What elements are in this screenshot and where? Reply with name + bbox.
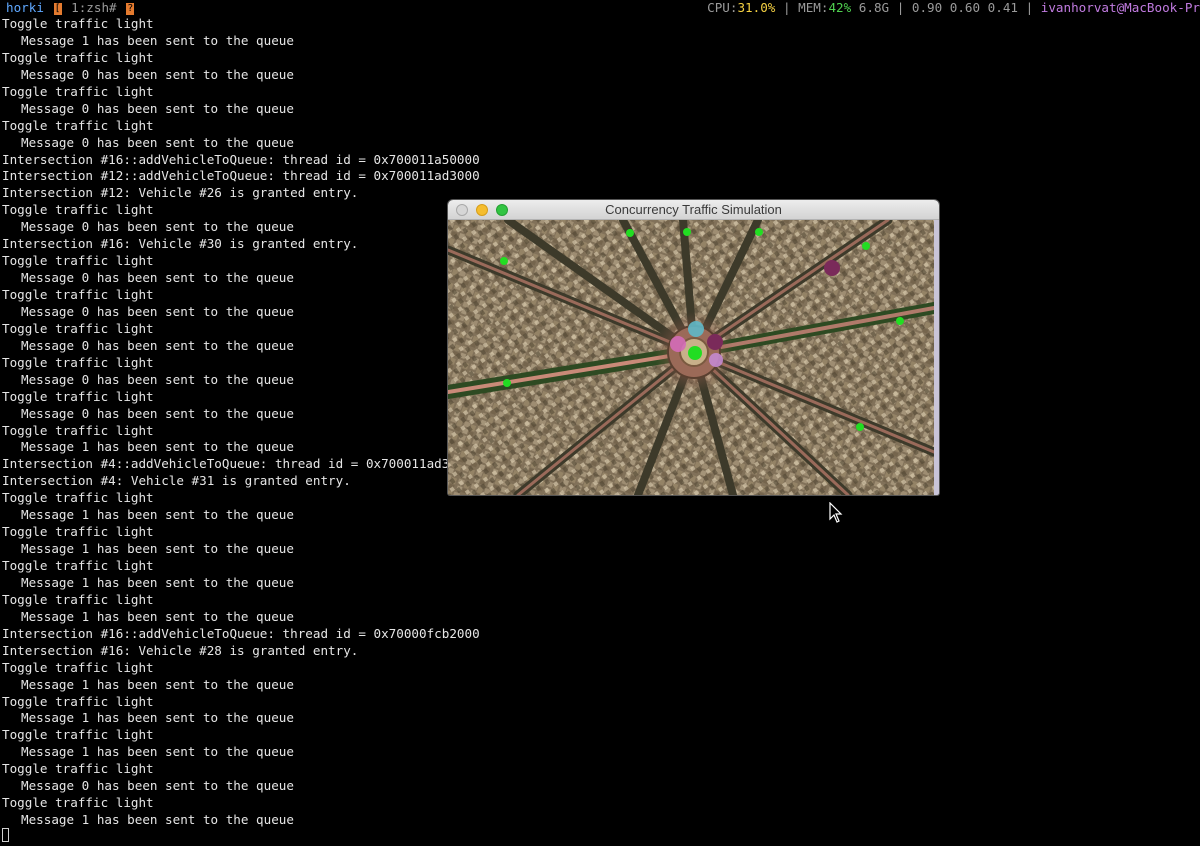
terminal-line: Message 1 has been sent to the queue (21, 608, 294, 624)
terminal-line: Toggle traffic light (2, 49, 154, 65)
vehicle (688, 321, 704, 337)
terminal-line: Message 1 has been sent to the queue (21, 676, 294, 692)
aerial-map-view (448, 220, 934, 495)
terminal-line: Message 1 has been sent to the queue (21, 541, 294, 557)
status-left: horki [ 1:zsh# ? (6, 0, 136, 16)
window-title: Concurrency Traffic Simulation (605, 202, 782, 217)
terminal-line: Toggle traffic light (2, 16, 154, 31)
window-index-marker: [ (53, 2, 62, 15)
session-name: horki (6, 0, 44, 15)
terminal-line: Toggle traffic light (2, 558, 154, 573)
traffic-light (862, 242, 870, 250)
terminal-line: Message 1 has been sent to the queue (21, 710, 294, 726)
vehicle (707, 334, 723, 350)
mouse-pointer-icon (829, 502, 843, 523)
terminal-line: Message 0 has been sent to the queue (21, 778, 294, 794)
simulation-window[interactable]: Concurrency Traffic Simulation (448, 200, 939, 495)
terminal-cursor (2, 828, 9, 842)
terminal-line: Toggle traffic light (2, 693, 154, 709)
terminal-line: Message 1 has been sent to the queue (21, 32, 294, 48)
traffic-light (688, 346, 702, 360)
terminal-line: Toggle traffic light (2, 761, 154, 777)
terminal-line: Message 1 has been sent to the queue (21, 574, 294, 590)
terminal-line: Intersection #16::addVehicleToQueue: thr… (2, 151, 480, 167)
traffic-light (503, 379, 511, 387)
terminal-line: Toggle traffic light (2, 117, 154, 133)
terminal-line: Intersection #16: Vehicle #28 is granted… (2, 642, 359, 658)
terminal-line: Toggle traffic light (2, 524, 154, 540)
system-load: 6.8G | 0.90 0.60 0.41 | (851, 0, 1041, 15)
help-icon: ? (126, 2, 135, 15)
terminal-line: Toggle traffic light (2, 795, 154, 811)
traffic-light (500, 257, 508, 265)
terminal-line: Message 0 has been sent to the queue (21, 100, 294, 116)
user-host: ivanhorvat@MacBook-Pr (1040, 0, 1200, 15)
terminal-line: Toggle traffic light (2, 591, 154, 607)
vehicle (709, 353, 723, 367)
terminal-line: Toggle traffic light (2, 83, 154, 99)
cpu-value: 31.0% (737, 0, 776, 15)
terminal-line: Message 0 has been sent to the queue (21, 134, 294, 150)
terminal-line: Message 1 has been sent to the queue (21, 744, 294, 760)
traffic-light (896, 317, 904, 325)
mem-value: 42% (828, 0, 852, 15)
vehicle (670, 336, 686, 352)
window-label[interactable]: 1:zsh# (71, 0, 117, 15)
terminal-line: Intersection #12::addVehicleToQueue: thr… (2, 168, 480, 184)
terminal-line: Intersection #16::addVehicleToQueue: thr… (2, 625, 480, 641)
traffic-light (755, 228, 763, 236)
status-right: CPU:31.0% | MEM:42% 6.8G | 0.90 0.60 0.4… (707, 0, 1200, 16)
traffic-light (683, 228, 691, 236)
tmux-status-bar: horki [ 1:zsh# ? CPU:31.0% | MEM:42% 6.8… (0, 0, 1200, 16)
terminal-line: Toggle traffic light (2, 727, 154, 743)
traffic-light (856, 423, 864, 431)
window-titlebar[interactable]: Concurrency Traffic Simulation (448, 200, 939, 220)
terminal-line: Toggle traffic light (2, 659, 154, 675)
vehicle (824, 260, 840, 276)
terminal-line: Message 0 has been sent to the queue (21, 66, 294, 82)
cpu-label: CPU: (707, 0, 738, 15)
terminal-line: Message 1 has been sent to the queue (21, 812, 294, 828)
window-scrollbar-edge (934, 220, 939, 495)
traffic-light (626, 229, 634, 237)
mem-label: | MEM: (775, 0, 829, 15)
terminal-line: Message 1 has been sent to the queue (21, 507, 294, 523)
